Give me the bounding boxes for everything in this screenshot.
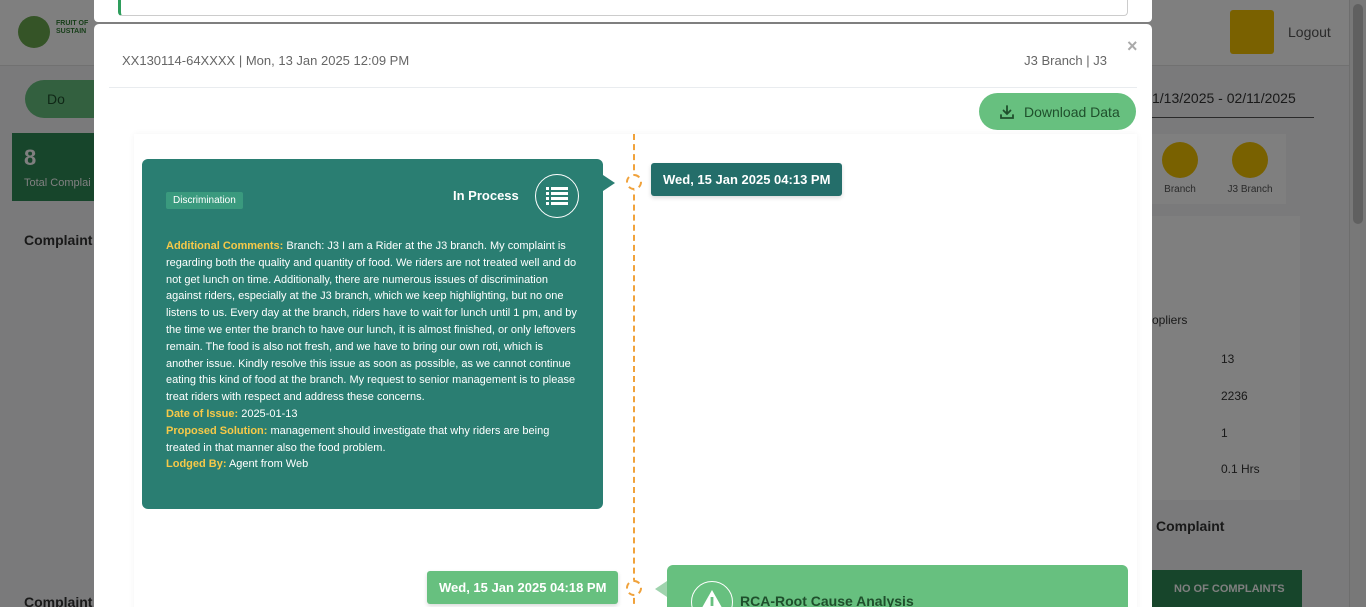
download-icon [1000, 104, 1014, 119]
date-of-issue-value: 2025-01-13 [241, 407, 298, 420]
lodged-by-label: Lodged By: [166, 458, 227, 471]
card-pointer [655, 581, 667, 597]
timeline-dot [626, 174, 642, 190]
event-date-pill: Wed, 15 Jan 2025 04:13 PM [651, 163, 843, 196]
additional-comments-label: Additional Comments: [166, 240, 284, 252]
previous-modal-box [118, 0, 1128, 16]
timeline-line [633, 134, 635, 607]
list-icon [535, 174, 579, 218]
modal-branch: J3 Branch | J3 [1024, 53, 1107, 68]
download-data-label: Download Data [1024, 103, 1120, 120]
lodged-by-value: Agent from Web [228, 458, 309, 471]
timeline-dot [626, 580, 642, 596]
complaint-details: Additional Comments: Branch: J3 I am a R… [166, 238, 580, 473]
rca-event-card: RCA-Root Cause Analysis [655, 565, 1128, 607]
modal-title: XX130114-64XXXX | Mon, 13 Jan 2025 12:09… [122, 53, 410, 68]
complaint-detail-modal: XX130114-64XXXX | Mon, 13 Jan 2025 12:09… [94, 24, 1152, 607]
category-tag: Discrimination [166, 192, 243, 209]
previous-modal-edge [94, 0, 1152, 22]
modal-header: XX130114-64XXXX | Mon, 13 Jan 2025 12:09… [109, 24, 1137, 88]
date-of-issue-label: Date of Issue: [166, 407, 239, 420]
rca-title: RCA-Root Cause Analysis [740, 593, 914, 607]
card-pointer [603, 175, 615, 191]
timeline-event-card: Discrimination In Process Additional Com… [142, 159, 615, 509]
close-icon[interactable]: × [1127, 36, 1138, 57]
additional-comments-text: Branch: J3 I am a Rider at the J3 branch… [166, 240, 577, 404]
complaint-timeline: Discrimination In Process Additional Com… [134, 134, 1137, 607]
event-date-pill: Wed, 15 Jan 2025 04:18 PM [427, 571, 619, 604]
proposed-solution-label: Proposed Solution: [166, 424, 268, 437]
status-label: In Process [453, 188, 519, 203]
download-data-button[interactable]: Download Data [979, 93, 1136, 130]
warning-icon [691, 581, 733, 607]
